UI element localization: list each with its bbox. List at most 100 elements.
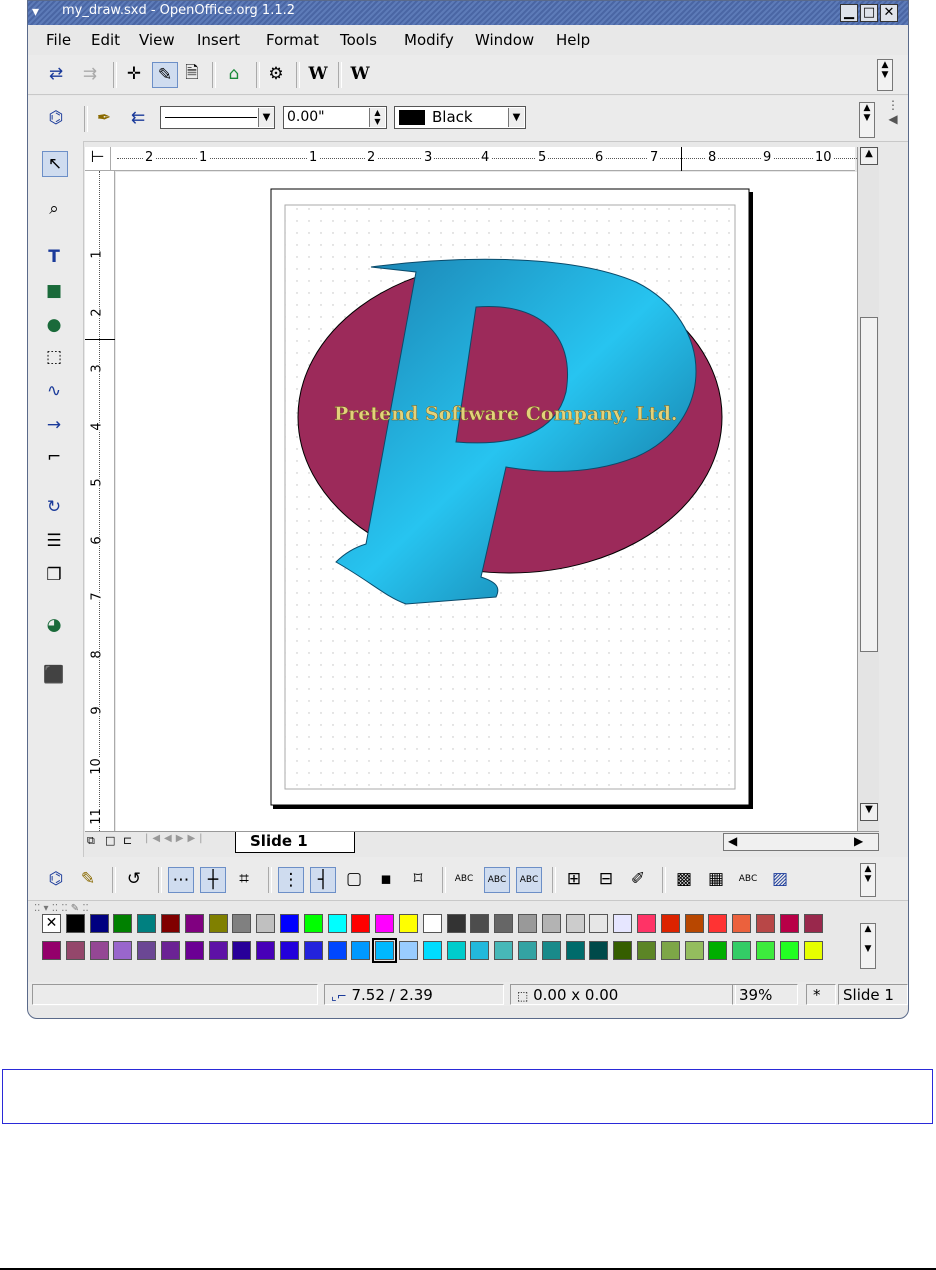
minimize-icon[interactable]: ▁ [840,4,858,22]
color-swatch[interactable] [566,941,585,960]
scroll-up-icon[interactable]: ▲ [860,147,878,165]
color-swatch[interactable] [256,941,275,960]
color-swatch[interactable] [423,941,442,960]
edit-file-icon[interactable]: ✎ [152,62,178,88]
color-swatch[interactable] [447,941,466,960]
stepper-icon[interactable]: ▲ ▼ [369,108,385,127]
color-swatch[interactable] [372,938,397,963]
drawing-view-icon[interactable]: ⧉ [87,834,101,850]
fast-display-icon[interactable]: ▨ [768,867,792,891]
color-swatch[interactable] [470,914,489,933]
arrow-style-icon[interactable]: ⇇ [126,106,150,130]
quick-edit-icon[interactable]: ABC [452,867,476,891]
color-swatch[interactable] [161,914,180,933]
snap-to-snap-lines-icon[interactable]: ┤ [310,867,336,893]
color-swatch[interactable] [494,941,513,960]
menu-file[interactable]: File [46,31,71,49]
close-icon[interactable]: ✕ [880,4,898,22]
color-swatch[interactable] [542,941,561,960]
color-swatch[interactable] [613,941,632,960]
toolbar-scroll-button[interactable]: ▲ ▼ [860,863,876,897]
palette-scroll-button[interactable]: ▲ ▼ [860,923,876,969]
show-snap-lines-icon[interactable]: ┼ [200,867,226,893]
maximize-icon[interactable]: □ [860,4,878,22]
menu-modify[interactable]: Modify [404,31,454,49]
snap-to-object-points-icon[interactable]: ⌑ [406,867,430,891]
no-fill-swatch[interactable]: ✕ [42,914,61,933]
color-swatch[interactable] [518,941,537,960]
menu-help[interactable]: Help [556,31,590,49]
menu-window[interactable]: Window [475,31,534,49]
alignment-icon[interactable]: ☰ [42,529,66,553]
color-swatch[interactable] [137,914,156,933]
load-url-icon[interactable]: ⇄ [44,62,68,86]
menu-view[interactable]: View [139,31,175,49]
color-swatch[interactable] [708,914,727,933]
scroll-thumb[interactable] [860,317,878,652]
zoom-indicator[interactable]: 39% [732,984,798,1005]
color-swatch[interactable] [256,914,275,933]
color-swatch[interactable] [42,941,61,960]
color-swatch[interactable] [66,941,85,960]
tab-navigation-icon[interactable]: |◀◀▶▶| [145,833,225,851]
lines-arrows-icon[interactable]: → [42,413,66,437]
master-view-icon[interactable]: □ [105,834,119,850]
page-drawing[interactable]: Pretend Software Company, Ltd. [116,172,857,831]
text-double-click-icon[interactable]: ABC [484,867,510,893]
fontwork-gallery-icon[interactable]: W [348,62,372,86]
tab-stop-icon[interactable]: ⊢ [85,147,111,171]
line-style-select[interactable]: ▼ [160,106,275,129]
color-swatch[interactable] [375,914,394,933]
toolbar-scroll-button[interactable]: ▲ ▼ [859,102,875,138]
menu-insert[interactable]: Insert [197,31,240,49]
color-swatch[interactable] [637,914,656,933]
line-icon[interactable]: ✒ [92,106,116,130]
3d-effects-icon[interactable]: ⬛ [42,663,66,687]
color-swatch[interactable] [661,914,680,933]
vertical-ruler[interactable]: 1 2 3 4 5 6 7 8 9 10 11 [85,171,115,831]
color-swatch[interactable] [185,914,204,933]
color-swatch[interactable] [804,914,823,933]
color-swatch[interactable] [566,914,585,933]
edit-points-icon[interactable]: ⌬ [44,867,68,891]
create-object-attributes-icon[interactable]: ✐ [626,867,650,891]
3d-objects-icon[interactable]: ⬚ [42,345,66,369]
stop-loading-icon[interactable]: ⇉ [78,62,102,86]
color-swatch[interactable] [542,914,561,933]
layer-view-icon[interactable]: ⊏ [123,834,137,850]
color-swatch[interactable] [685,941,704,960]
color-swatch[interactable] [209,941,228,960]
color-swatch[interactable] [66,914,85,933]
color-swatch[interactable] [685,914,704,933]
color-swatch[interactable] [161,941,180,960]
color-swatch[interactable] [280,914,299,933]
color-swatch[interactable] [232,941,251,960]
toolbar-scroll-button[interactable]: ▲ ▼ [877,59,893,91]
rectangle-icon[interactable]: ■ [42,279,66,303]
color-swatch[interactable] [637,941,656,960]
insert-icon[interactable]: ◕ [42,613,66,637]
large-handles-icon[interactable]: ⊟ [594,867,618,891]
color-swatch[interactable] [304,914,323,933]
ellipse-icon[interactable]: ● [42,313,66,337]
rotation-mode-icon[interactable]: ↺ [122,867,146,891]
color-swatch[interactable] [232,914,251,933]
color-swatch[interactable] [280,941,299,960]
exit-all-groups-icon[interactable]: ▩ [672,867,696,891]
color-swatch[interactable] [732,914,751,933]
line-color-select[interactable]: Black ▼ [394,106,526,129]
color-swatch[interactable] [589,941,608,960]
color-swatch[interactable] [90,941,109,960]
contour-mode-icon[interactable]: ▦ [704,867,728,891]
fontwork-icon[interactable]: W [306,62,330,86]
document-icon[interactable]: 🗎 [180,62,204,86]
curve-icon[interactable]: ∿ [42,379,66,403]
color-swatch[interactable] [447,914,466,933]
color-swatch[interactable] [399,941,418,960]
menu-tools[interactable]: Tools [340,31,377,49]
snap-to-page-margins-icon[interactable]: ▢ [342,867,366,891]
color-swatch[interactable] [518,914,537,933]
color-swatch[interactable] [780,914,799,933]
connector-icon[interactable]: ⌐ [42,445,66,469]
color-swatch[interactable] [613,914,632,933]
